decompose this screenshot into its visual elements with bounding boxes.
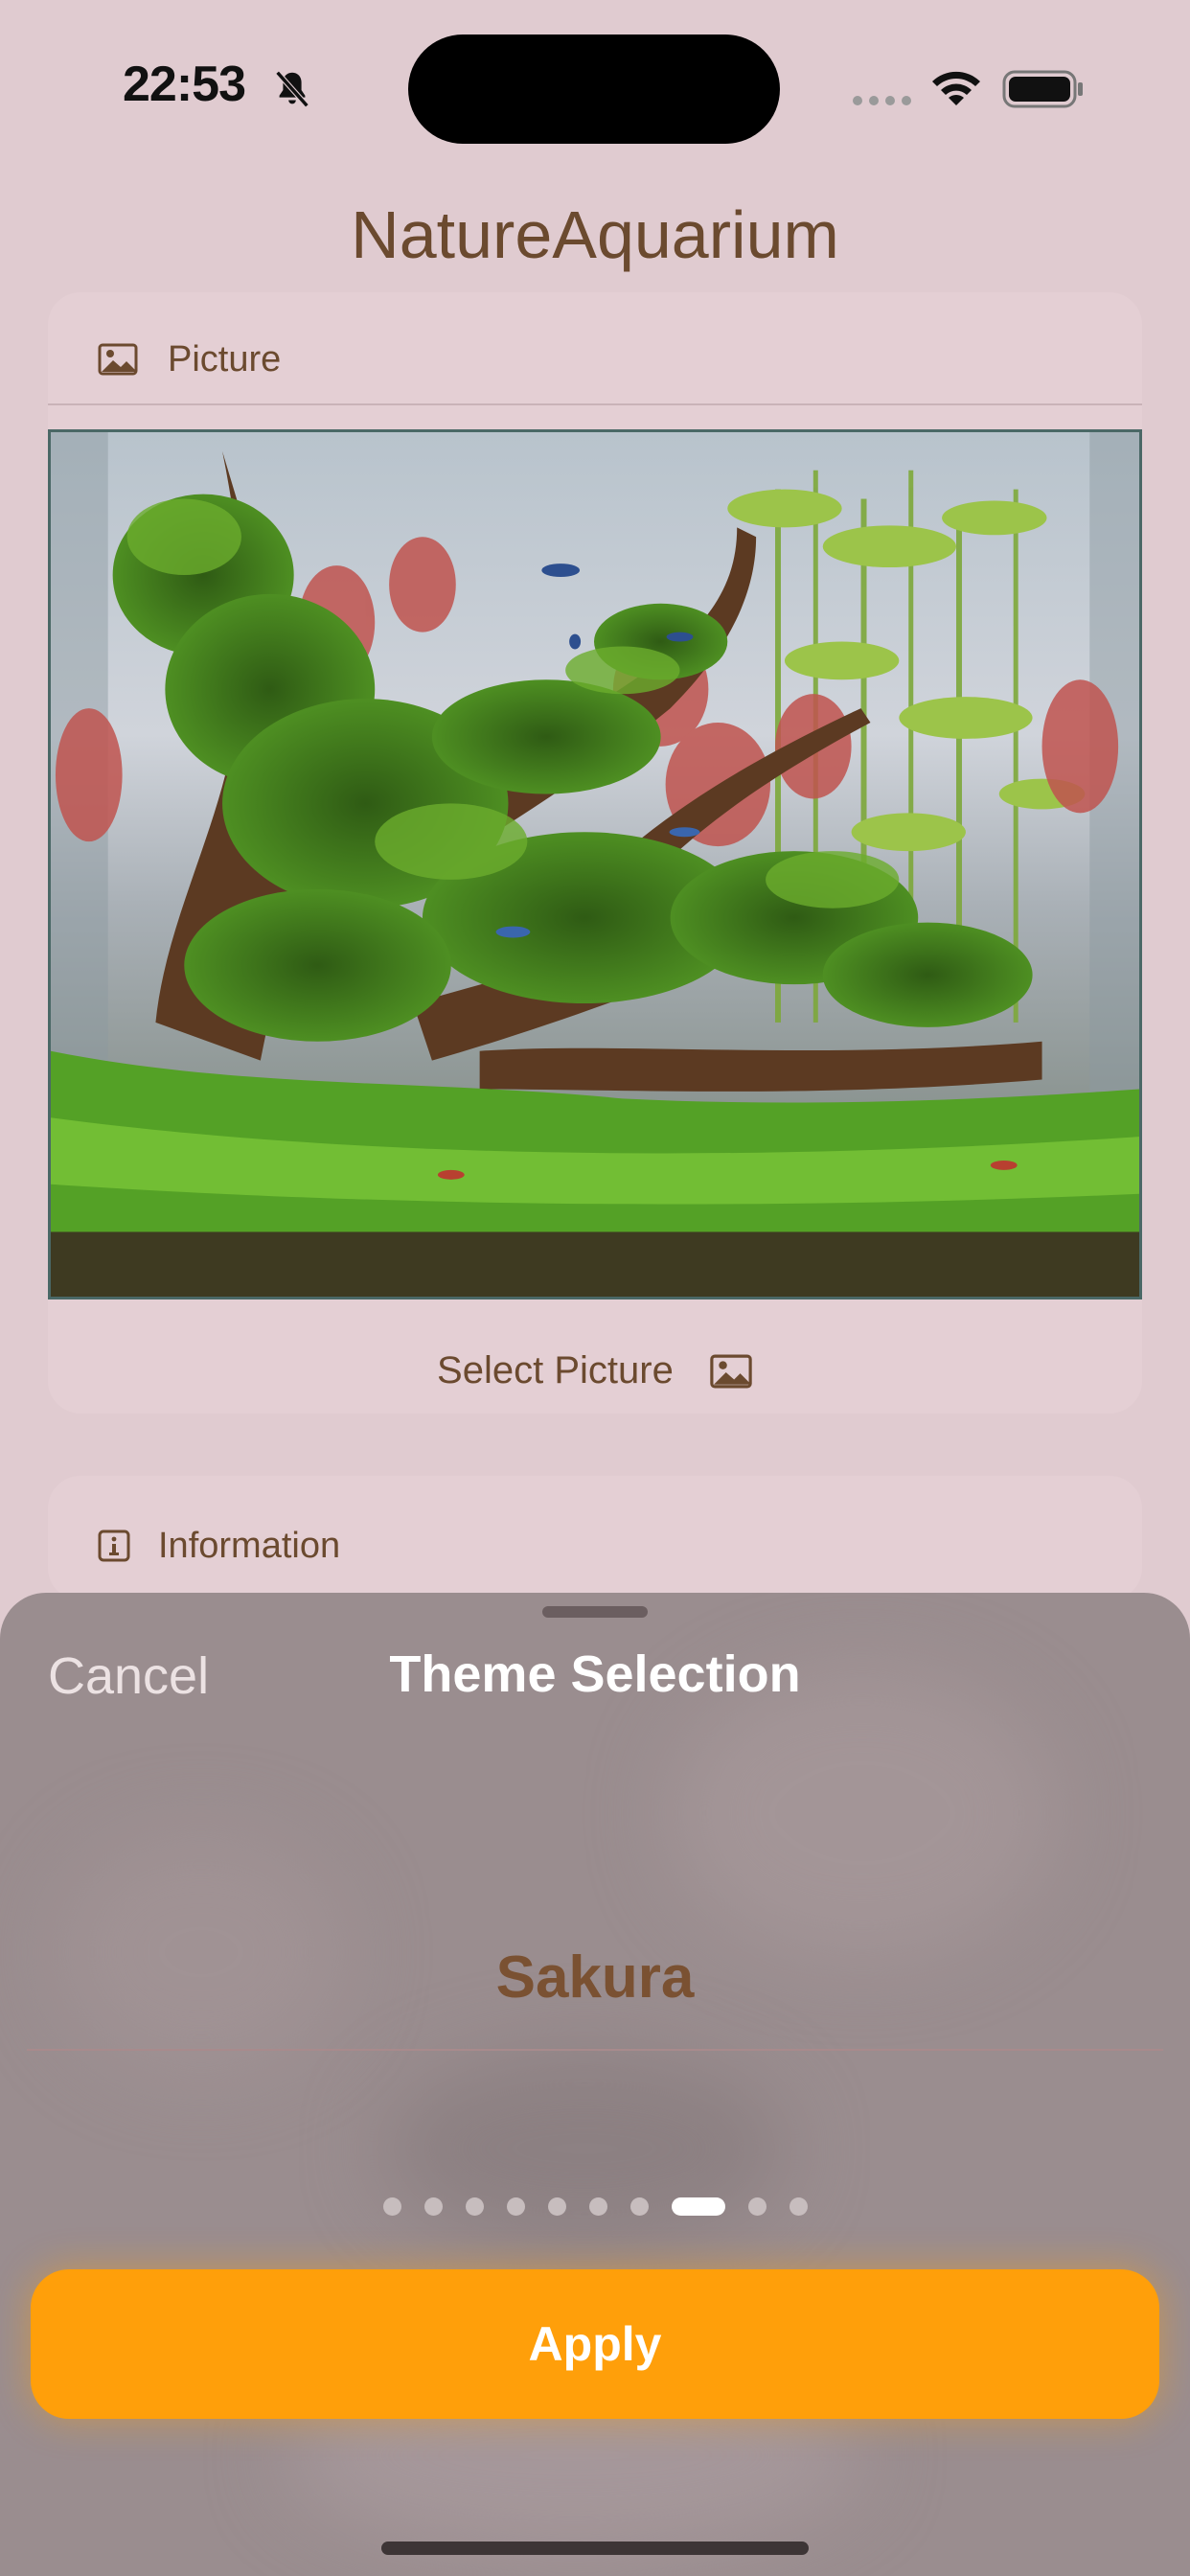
page-indicator[interactable] bbox=[0, 2196, 1190, 2216]
select-picture-button[interactable]: Select Picture bbox=[0, 1349, 1190, 1392]
status-time: 22:53 bbox=[123, 57, 246, 112]
theme-picker-divider bbox=[27, 2049, 1163, 2051]
page-dot[interactable] bbox=[547, 2196, 566, 2216]
info-card-header-label: Information bbox=[158, 1526, 341, 1566]
bell-slash-icon bbox=[275, 70, 309, 108]
picture-card-divider bbox=[48, 403, 1142, 405]
page-dot-active[interactable] bbox=[671, 2196, 725, 2216]
wifi-icon bbox=[932, 71, 980, 105]
page-dot[interactable] bbox=[588, 2196, 607, 2216]
picture-card-header-label: Picture bbox=[168, 339, 282, 380]
signal-icon bbox=[853, 96, 911, 105]
battery-icon bbox=[1002, 70, 1083, 108]
page-dot[interactable] bbox=[747, 2196, 767, 2216]
dynamic-island bbox=[408, 34, 780, 144]
selected-theme-name[interactable]: Sakura bbox=[0, 1944, 1190, 2012]
theme-selection-sheet bbox=[0, 1593, 1190, 2576]
photo-icon bbox=[98, 343, 138, 376]
page-dot[interactable] bbox=[629, 2196, 649, 2216]
page-dot[interactable] bbox=[423, 2196, 443, 2216]
info-square-icon bbox=[98, 1530, 130, 1562]
select-picture-label: Select Picture bbox=[437, 1349, 674, 1392]
apply-button-label: Apply bbox=[528, 2317, 662, 2371]
home-indicator bbox=[381, 2542, 809, 2555]
page-dot[interactable] bbox=[382, 2196, 401, 2216]
photo-icon bbox=[710, 1354, 752, 1389]
app-title: NatureAquarium bbox=[351, 197, 839, 272]
page-dot[interactable] bbox=[789, 2196, 808, 2216]
page-dot[interactable] bbox=[506, 2196, 525, 2216]
sheet-title: Theme Selection bbox=[389, 1645, 801, 1703]
sheet-grabber[interactable] bbox=[542, 1606, 648, 1618]
page-dot[interactable] bbox=[465, 2196, 484, 2216]
apply-button[interactable]: Apply bbox=[31, 2269, 1159, 2419]
aquarium-photo[interactable] bbox=[48, 429, 1142, 1300]
